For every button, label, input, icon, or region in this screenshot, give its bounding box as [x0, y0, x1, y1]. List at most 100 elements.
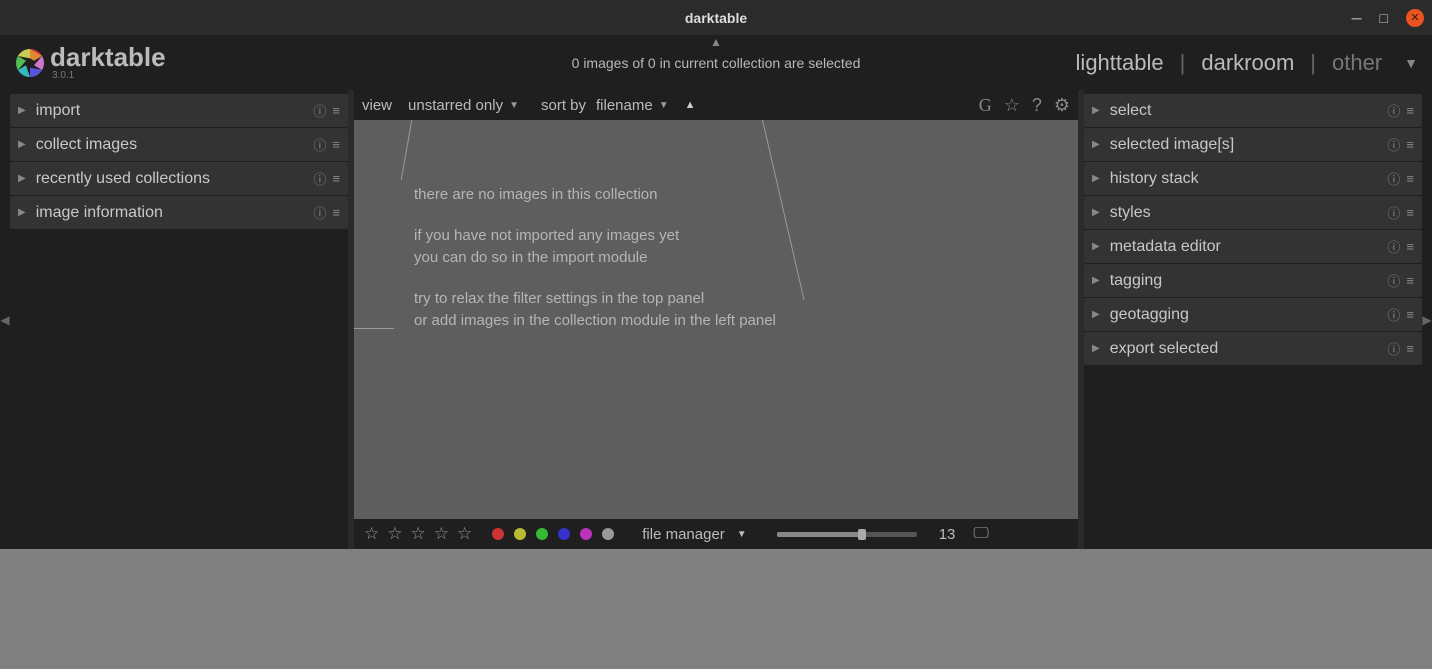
window-controls: ─ □ ✕	[1352, 9, 1424, 27]
chevron-down-icon: ▼	[737, 529, 747, 540]
presets-icon[interactable]: ≡	[332, 137, 340, 152]
module-label: collect images	[36, 136, 308, 154]
collapse-right-icon[interactable]: ▶	[1422, 90, 1432, 549]
reset-icon[interactable]: ⓘ	[313, 203, 326, 222]
view-separator: |	[1310, 50, 1316, 76]
display-icon[interactable]: 🖵	[973, 525, 988, 543]
reset-icon[interactable]: ⓘ	[1387, 101, 1400, 120]
presets-icon[interactable]: ≡	[332, 171, 340, 186]
module-geotagging[interactable]: ▶ geotagging ⓘ ≡	[1084, 298, 1422, 331]
reset-icon[interactable]: ⓘ	[1387, 271, 1400, 290]
view-other[interactable]: other	[1332, 50, 1382, 76]
reset-icon[interactable]: ⓘ	[313, 101, 326, 120]
filter-toolbar: view unstarred only ▼ sort by filename ▼…	[354, 90, 1078, 120]
module-image-information[interactable]: ▶ image information ⓘ ≡	[10, 196, 348, 229]
presets-icon[interactable]: ≡	[1406, 205, 1414, 220]
expand-icon: ▶	[1092, 139, 1100, 150]
module-history-stack[interactable]: ▶ history stack ⓘ ≡	[1084, 162, 1422, 195]
hint-line: there are no images in this collection	[414, 184, 776, 207]
module-styles[interactable]: ▶ styles ⓘ ≡	[1084, 196, 1422, 229]
star-4[interactable]: ☆	[434, 524, 449, 544]
star-3[interactable]: ☆	[411, 524, 426, 544]
presets-icon[interactable]: ≡	[1406, 103, 1414, 118]
module-import[interactable]: ▶ import ⓘ ≡	[10, 94, 348, 127]
color-label-red[interactable]	[492, 528, 504, 540]
empty-collection-hint: there are no images in this collection i…	[414, 184, 776, 333]
bottom-toolbar: ☆ ☆ ☆ ☆ ☆ file manager ▼	[354, 519, 1078, 549]
star-rating: ☆ ☆ ☆ ☆ ☆	[364, 524, 472, 544]
app-name: darktable	[50, 44, 166, 70]
module-label: select	[1110, 102, 1382, 120]
app-header: ▲ darktable 3.0.1 0 images of 0 in curre…	[0, 35, 1432, 90]
layout-dropdown[interactable]: file manager ▼	[642, 526, 746, 543]
right-panel: ▶ select ⓘ ≡ ▶ selected image[s] ⓘ ≡ ▶ h…	[1084, 90, 1422, 549]
presets-icon[interactable]: ≡	[1406, 307, 1414, 322]
hint-line: try to relax the filter settings in the …	[414, 288, 776, 333]
gear-icon[interactable]: ⚙	[1054, 95, 1070, 116]
module-label: recently used collections	[36, 170, 308, 188]
reset-icon[interactable]: ⓘ	[313, 169, 326, 188]
zoom-slider[interactable]	[777, 532, 917, 537]
presets-icon[interactable]: ≡	[1406, 171, 1414, 186]
window-titlebar: darktable ─ □ ✕	[0, 0, 1432, 35]
color-label-yellow[interactable]	[514, 528, 526, 540]
presets-icon[interactable]: ≡	[332, 103, 340, 118]
color-label-blue[interactable]	[558, 528, 570, 540]
module-label: history stack	[1110, 170, 1382, 188]
expand-icon: ▶	[1092, 309, 1100, 320]
logo: darktable 3.0.1	[14, 44, 166, 81]
sort-dropdown[interactable]: filename ▼	[596, 97, 669, 114]
close-button[interactable]: ✕	[1406, 9, 1424, 27]
presets-icon[interactable]: ≡	[332, 205, 340, 220]
maximize-button[interactable]: □	[1380, 10, 1388, 26]
star-1[interactable]: ☆	[364, 524, 379, 544]
star-2[interactable]: ☆	[387, 524, 402, 544]
filter-dropdown[interactable]: unstarred only ▼	[408, 97, 519, 114]
module-export-selected[interactable]: ▶ export selected ⓘ ≡	[1084, 332, 1422, 365]
star-5[interactable]: ☆	[457, 524, 472, 544]
reset-icon[interactable]: ⓘ	[1387, 305, 1400, 324]
presets-icon[interactable]: ≡	[1406, 239, 1414, 254]
module-recent-collections[interactable]: ▶ recently used collections ⓘ ≡	[10, 162, 348, 195]
module-label: geotagging	[1110, 306, 1382, 324]
reset-icon[interactable]: ⓘ	[1387, 339, 1400, 358]
reset-icon[interactable]: ⓘ	[313, 135, 326, 154]
view-label: view	[362, 97, 392, 114]
app-body: ◀ ▶ import ⓘ ≡ ▶ collect images ⓘ ≡ ▶ re…	[0, 90, 1432, 549]
presets-icon[interactable]: ≡	[1406, 273, 1414, 288]
reset-icon[interactable]: ⓘ	[1387, 135, 1400, 154]
chevron-down-icon[interactable]: ▼	[1404, 55, 1418, 71]
help-icon[interactable]: ?	[1032, 95, 1042, 116]
module-select[interactable]: ▶ select ⓘ ≡	[1084, 94, 1422, 127]
expand-icon: ▶	[1092, 105, 1100, 116]
guide-line	[354, 328, 394, 329]
view-darkroom[interactable]: darkroom	[1201, 50, 1294, 76]
expand-icon: ▶	[18, 207, 26, 218]
module-tagging[interactable]: ▶ tagging ⓘ ≡	[1084, 264, 1422, 297]
module-collect-images[interactable]: ▶ collect images ⓘ ≡	[10, 128, 348, 161]
reset-icon[interactable]: ⓘ	[1387, 237, 1400, 256]
module-metadata-editor[interactable]: ▶ metadata editor ⓘ ≡	[1084, 230, 1422, 263]
minimize-button[interactable]: ─	[1352, 10, 1362, 26]
reset-icon[interactable]: ⓘ	[1387, 203, 1400, 222]
reset-icon[interactable]: ⓘ	[1387, 169, 1400, 188]
color-label-green[interactable]	[536, 528, 548, 540]
collapse-top-icon[interactable]: ▲	[710, 35, 722, 49]
collection-status: 0 images of 0 in current collection are …	[572, 55, 861, 71]
color-label-grey[interactable]	[602, 528, 614, 540]
presets-icon[interactable]: ≡	[1406, 341, 1414, 356]
module-label: metadata editor	[1110, 238, 1382, 256]
group-icon[interactable]: G	[979, 95, 992, 116]
module-selected-images[interactable]: ▶ selected image[s] ⓘ ≡	[1084, 128, 1422, 161]
view-separator: |	[1180, 50, 1186, 76]
star-overlay-icon[interactable]: ☆	[1004, 95, 1020, 116]
layout-value: file manager	[642, 526, 725, 543]
view-lighttable[interactable]: lighttable	[1076, 50, 1164, 76]
collapse-left-icon[interactable]: ◀	[0, 90, 10, 549]
presets-icon[interactable]: ≡	[1406, 137, 1414, 152]
slider-thumb[interactable]	[858, 529, 866, 540]
sort-direction-icon[interactable]: ▲	[685, 99, 696, 111]
color-label-purple[interactable]	[580, 528, 592, 540]
sort-value: filename	[596, 97, 653, 114]
chevron-down-icon: ▼	[509, 100, 519, 111]
